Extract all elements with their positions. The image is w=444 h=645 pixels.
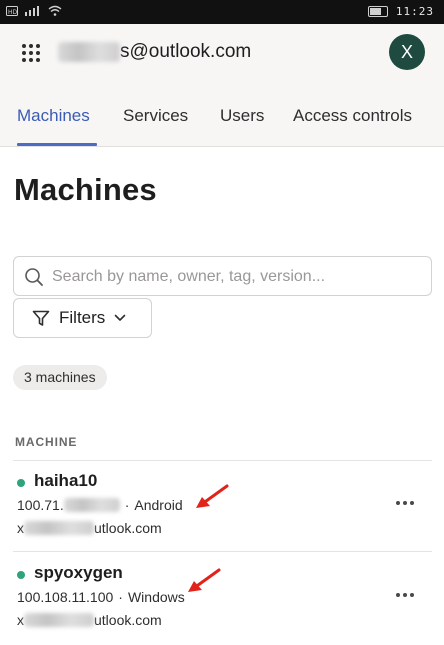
app-switcher-icon[interactable] [22,44,40,62]
machine-name[interactable]: spyoxygen [34,563,123,583]
owner-prefix: x [17,612,24,628]
tab-access-controls[interactable]: Access controls [293,106,412,126]
more-options-icon[interactable] [396,593,414,597]
annotation-arrow-icon [188,568,221,592]
machine-address: 100.108.11.100 · Windows [17,589,185,605]
wifi-icon [48,5,62,19]
status-time: 11:23 [395,5,434,18]
active-tab-indicator [17,143,97,146]
signal-icon [23,5,43,19]
tab-services[interactable]: Services [123,106,188,126]
divider [13,551,432,552]
status-bar: HD 11:23 [0,0,444,24]
hd-icon: HD [6,5,18,19]
redacted-text [58,42,120,62]
separator: · [124,497,130,513]
online-status-dot [17,479,25,487]
avatar[interactable]: X [389,34,425,70]
separator: · [118,589,123,605]
annotation-arrow-icon [196,484,229,508]
search-input[interactable] [50,265,424,289]
redacted-text [63,498,120,512]
page-title: Machines [14,172,157,207]
machine-ip: 100.71. [17,497,64,513]
redacted-text [24,521,94,535]
filters-label: Filters [59,308,106,327]
column-header-machine: MACHINE [15,435,78,449]
machine-row[interactable]: spyoxygen 100.108.11.100 · Windows x utl… [0,553,444,645]
owner-prefix: x [17,520,24,536]
filters-button[interactable]: Filters [13,298,152,338]
battery-icon [367,6,388,17]
account-email[interactable]: s@outlook.com [58,41,251,63]
search-icon [25,268,43,286]
filter-icon [32,310,50,327]
chevron-down-icon [114,314,126,322]
tab-machines[interactable]: Machines [17,106,90,126]
owner-suffix: utlook.com [94,520,162,536]
search-box[interactable] [13,256,432,296]
machine-row[interactable]: haiha10 100.71. · Android x utlook.com [0,461,444,553]
owner-suffix: utlook.com [94,612,162,628]
nav-tabs: Machines Services Users Access controls [0,82,444,147]
svg-text:HD: HD [8,9,18,16]
redacted-text [24,613,94,627]
machine-count-badge: 3 machines [13,365,107,390]
machine-os: Windows [127,589,185,605]
machine-owner: x utlook.com [17,612,162,628]
tab-users[interactable]: Users [220,106,264,126]
machine-ip: 100.108.11.100 [17,589,114,605]
machine-name[interactable]: haiha10 [34,471,97,491]
machine-owner: x utlook.com [17,520,162,536]
account-email-suffix: s@outlook.com [120,41,252,62]
more-options-icon[interactable] [396,501,414,505]
machine-address: 100.71. · Android [17,497,183,513]
machine-os: Android [134,497,183,513]
app-header: s@outlook.com X [0,24,444,82]
online-status-dot [17,571,25,579]
